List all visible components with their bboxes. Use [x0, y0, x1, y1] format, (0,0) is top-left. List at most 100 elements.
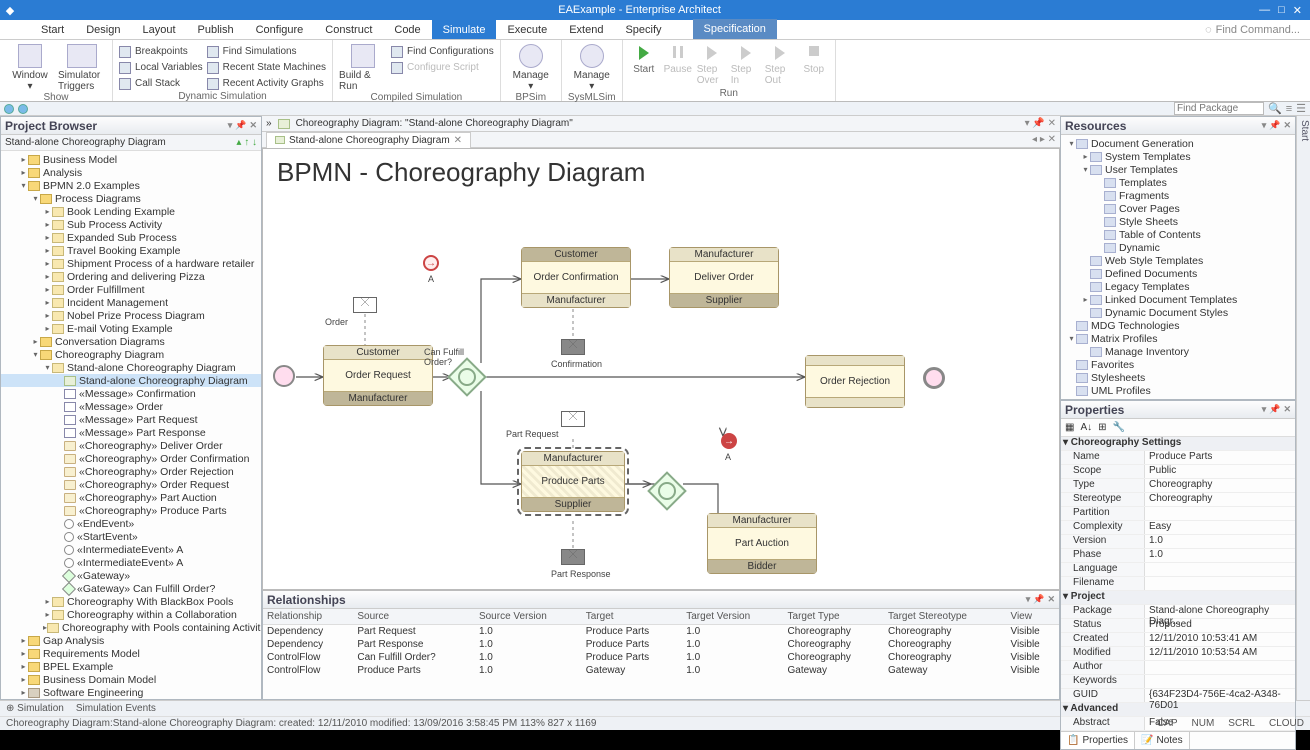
property-row[interactable]: Version1.0 [1061, 535, 1295, 549]
menu-code[interactable]: Code [383, 20, 431, 39]
relationships-table[interactable]: RelationshipSourceSource VersionTargetTa… [263, 609, 1059, 699]
tree-node[interactable]: «IntermediateEvent» A [1, 556, 261, 569]
tree-node[interactable]: ▸Incident Management [1, 296, 261, 309]
sim-stop-button[interactable]: Stop [799, 42, 829, 75]
tree-node[interactable]: «Message» Part Request [1, 413, 261, 426]
tree-node[interactable]: «Choreography» Order Rejection [1, 465, 261, 478]
resource-node[interactable]: ▾Matrix Profiles [1061, 332, 1295, 345]
diagram-tab[interactable]: Stand-alone Choreography Diagram ✕ [266, 132, 471, 148]
confirmation-message-icon[interactable] [561, 339, 585, 355]
menu-simulate[interactable]: Simulate [432, 20, 497, 39]
tree-node[interactable]: ▾Process Diagrams [1, 192, 261, 205]
sim-step-over-button[interactable]: Step Over [697, 42, 727, 86]
table-row[interactable]: ControlFlowProduce Parts1.0Gateway1.0Gat… [263, 664, 1059, 677]
tree-node[interactable]: Stand-alone Choreography Diagram [1, 374, 261, 387]
deliver-order-task[interactable]: ManufacturerDeliver OrderSupplier [669, 247, 779, 308]
start-side-tab[interactable]: Start [1296, 116, 1310, 700]
column-header[interactable]: Target [582, 609, 683, 625]
tree-node[interactable]: ▸Choreography within a Collaboration [1, 608, 261, 621]
resource-node[interactable]: Stylesheets [1061, 371, 1295, 384]
menu-execute[interactable]: Execute [496, 20, 558, 39]
tree-node[interactable]: ▸E-mail Voting Example [1, 322, 261, 335]
order-message-icon[interactable] [353, 297, 377, 313]
simulation-link[interactable]: ⊕ Simulation [6, 703, 64, 714]
resources-tree[interactable]: ▾Document Generation▸System Templates▾Us… [1061, 135, 1295, 399]
property-section[interactable]: ▾ Project [1061, 591, 1295, 605]
resource-node[interactable]: Dynamic [1061, 241, 1295, 254]
sim-pause-button[interactable]: Pause [663, 42, 693, 75]
tree-node[interactable]: ▸Sub Process Activity [1, 218, 261, 231]
column-header[interactable]: View [1006, 609, 1059, 625]
tree-node[interactable]: ▸BPEL Example [1, 660, 261, 673]
tree-node[interactable]: ▸Expanded Sub Process [1, 231, 261, 244]
property-row[interactable]: NameProduce Parts [1061, 451, 1295, 465]
tree-node[interactable]: ▸Choreography With BlackBox Pools [1, 595, 261, 608]
tree-node[interactable]: ▸Gap Analysis [1, 634, 261, 647]
tree-node[interactable]: ▾Stand-alone Choreography Diagram [1, 361, 261, 374]
resource-node[interactable]: Fragments [1061, 189, 1295, 202]
property-section[interactable]: ▾ Choreography Settings [1061, 437, 1295, 451]
resource-node[interactable]: Manage Inventory [1061, 345, 1295, 358]
order-request-task[interactable]: CustomerOrder RequestManufacturer [323, 345, 433, 406]
maximize-button[interactable]: □ [1278, 4, 1285, 17]
tree-node[interactable]: ▸Conversation Diagrams [1, 335, 261, 348]
tree-node[interactable]: «Gateway» Can Fulfill Order? [1, 582, 261, 595]
tree-node[interactable]: ▸Business Model [1, 153, 261, 166]
resource-node[interactable]: Legacy Templates [1061, 280, 1295, 293]
tree-node[interactable]: «EndEvent» [1, 517, 261, 530]
toggle-icon[interactable]: ⊞ [1098, 422, 1106, 433]
menu-extend[interactable]: Extend [558, 20, 614, 39]
table-row[interactable]: DependencyPart Request1.0Produce Parts1.… [263, 625, 1059, 639]
resource-node[interactable]: UML Profiles [1061, 384, 1295, 397]
tree-node[interactable]: ▸Shipment Process of a hardware retailer [1, 257, 261, 270]
tree-node[interactable]: ▸Travel Booking Example [1, 244, 261, 257]
part-response-message-icon[interactable] [561, 549, 585, 565]
resource-node[interactable]: Patterns [1061, 397, 1295, 399]
tree-node[interactable]: ▸Ordering and delivering Pizza [1, 270, 261, 283]
resource-node[interactable]: Templates [1061, 176, 1295, 189]
tree-node[interactable]: ▸Analysis [1, 166, 261, 179]
part-request-message-icon[interactable] [561, 411, 585, 427]
call-stack-button[interactable]: Call Stack [119, 76, 203, 91]
property-row[interactable]: Keywords [1061, 675, 1295, 689]
close-button[interactable]: ✕ [1293, 4, 1302, 17]
diagram-canvas[interactable]: BPMN - Choreography Diagram [262, 148, 1060, 590]
nav-icon[interactable]: » [266, 118, 272, 129]
end-event[interactable] [923, 367, 945, 389]
menu-publish[interactable]: Publish [187, 20, 245, 39]
resource-node[interactable]: Cover Pages [1061, 202, 1295, 215]
panel-pin-icon[interactable]: 📌 [235, 120, 246, 131]
menu-configure[interactable]: Configure [245, 20, 315, 39]
filter-icon[interactable]: ≡ [1286, 103, 1292, 115]
close-tab-icon[interactable]: ✕ [454, 135, 462, 146]
project-tree[interactable]: ▸Business Model▸Analysis▾BPMN 2.0 Exampl… [1, 151, 261, 699]
tools-icon[interactable]: 🔧 [1113, 422, 1125, 433]
property-row[interactable]: Created12/11/2010 10:53:41 AM [1061, 633, 1295, 647]
tree-node[interactable]: ▸Business Domain Model [1, 673, 261, 686]
resource-node[interactable]: ▾User Templates [1061, 163, 1295, 176]
tree-node[interactable]: «Message» Order [1, 400, 261, 413]
resource-node[interactable]: Defined Documents [1061, 267, 1295, 280]
property-row[interactable]: StatusProposed [1061, 619, 1295, 633]
menu-icon[interactable]: ☰ [1296, 102, 1306, 115]
sim-start-button[interactable]: Start [629, 42, 659, 75]
tree-node[interactable]: ▸Software Engineering [1, 686, 261, 699]
column-header[interactable]: Source [353, 609, 475, 625]
tree-node[interactable]: ▸Choreography with Pools containing Acti… [1, 621, 261, 634]
table-row[interactable]: DependencyPart Response1.0Produce Parts1… [263, 638, 1059, 651]
property-row[interactable]: Partition [1061, 507, 1295, 521]
sim-step-in-button[interactable]: Step In [731, 42, 761, 86]
nav-fwd-icon[interactable] [18, 104, 28, 114]
sim-step-out-button[interactable]: Step Out [765, 42, 795, 86]
part-auction-task[interactable]: ManufacturerPart AuctionBidder [707, 513, 817, 574]
start-event[interactable] [273, 365, 295, 387]
resource-node[interactable]: ▸Linked Document Templates [1061, 293, 1295, 306]
recent-sm-button[interactable]: Recent State Machines [207, 60, 326, 75]
resource-node[interactable]: Style Sheets [1061, 215, 1295, 228]
column-header[interactable]: Source Version [475, 609, 582, 625]
tree-node[interactable]: «Choreography» Produce Parts [1, 504, 261, 517]
menu-specify[interactable]: Specify [614, 20, 672, 39]
tree-node[interactable]: «Message» Confirmation [1, 387, 261, 400]
bpsim-manage-button[interactable]: Manage▾ [507, 42, 555, 92]
menu-construct[interactable]: Construct [314, 20, 383, 39]
